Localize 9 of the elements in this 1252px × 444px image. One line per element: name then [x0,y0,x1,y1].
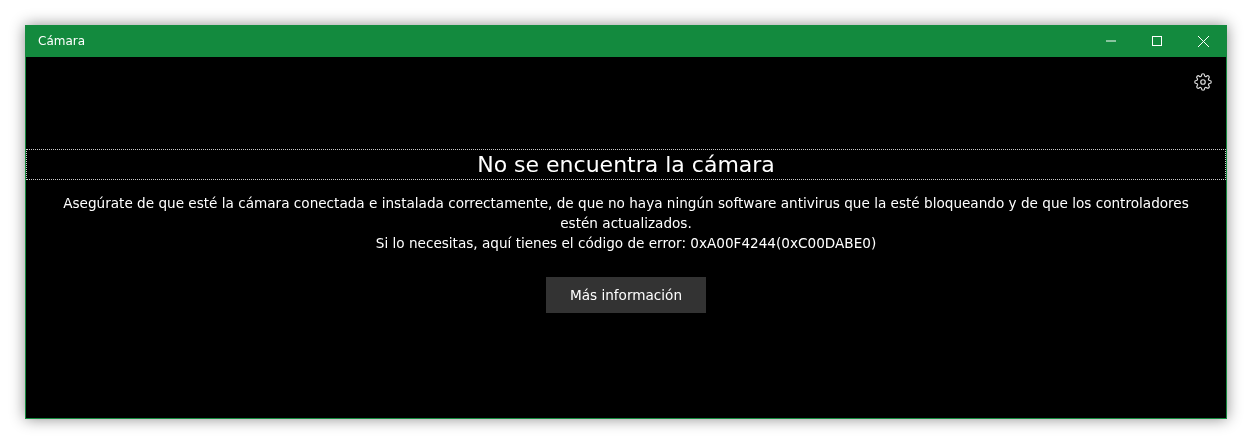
error-message: Asegúrate de que esté la cámara conectada e instalada correctamente, de que no haya ningún software antivirus que la esté bloqueando y de que los controladores estén actualizados. [62,194,1190,233]
error-title: No se encuentra la cámara [26,149,1226,180]
settings-icon [1194,73,1212,91]
error-code: Si lo necesitas, aquí tienes el código de error: 0xA00F4244(0xC00DABE0) [375,234,877,253]
window-title: Cámara [38,34,87,48]
more-info-button[interactable]: Más información [546,277,706,313]
settings-button[interactable] [1194,73,1212,91]
close-icon [1197,35,1209,47]
maximize-icon [1152,36,1162,46]
